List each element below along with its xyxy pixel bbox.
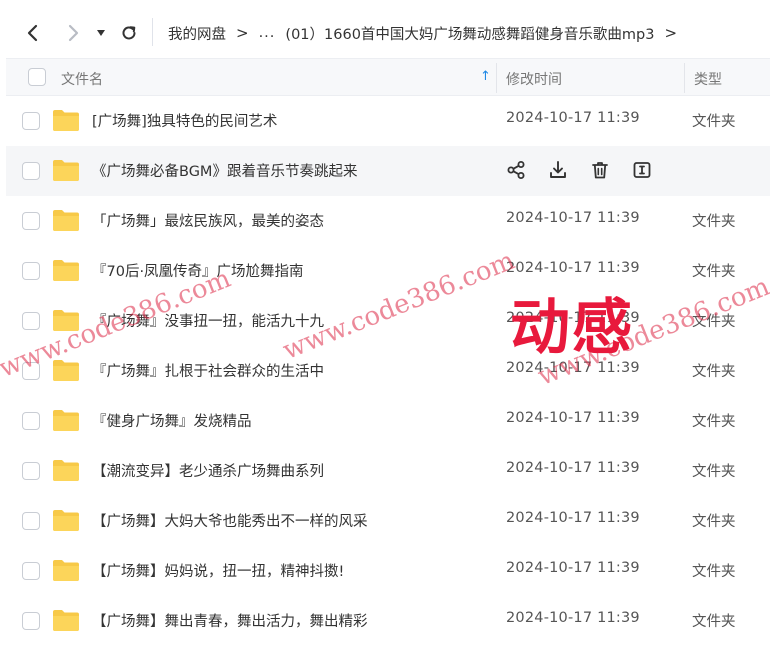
row-checkbox[interactable] (22, 412, 40, 430)
row-checkbox[interactable] (22, 262, 40, 280)
row-checkbox[interactable] (22, 462, 40, 480)
file-name[interactable]: 「广场舞」最炫民族风，最美的姿态 (92, 210, 324, 231)
file-type: 文件夹 (692, 414, 736, 430)
modified-time: 2024-10-17 11:39 (506, 560, 640, 576)
folder-icon (53, 360, 79, 381)
share-button[interactable] (506, 159, 526, 181)
folder-icon (53, 110, 79, 131)
table-row[interactable]: 【广场舞】妈妈说，扭一扭，精神抖擞! 2024-10-17 11:39 文件夹 (6, 546, 770, 596)
breadcrumb-root[interactable]: 我的网盘 (168, 23, 226, 44)
history-dropdown-button[interactable] (88, 18, 114, 48)
column-header-name[interactable]: 文件名 (61, 69, 103, 89)
row-checkbox[interactable] (22, 312, 40, 330)
file-name[interactable]: 『健身广场舞』发烧精品 (92, 410, 252, 431)
folder-icon (53, 610, 79, 631)
file-name[interactable]: 『广场舞』扎根于社会群众的生活中 (92, 360, 324, 381)
file-type: 文件夹 (692, 264, 736, 280)
file-type: 文件夹 (692, 364, 736, 380)
table-row[interactable]: 【广场舞】大妈大爷也能秀出不一样的风采 2024-10-17 11:39 文件夹 (6, 496, 770, 546)
file-name[interactable]: 『70后·凤凰传奇』广场尬舞指南 (92, 260, 304, 281)
row-checkbox[interactable] (22, 362, 40, 380)
file-type: 文件夹 (692, 514, 736, 530)
share-icon (507, 161, 525, 179)
overlay-title: 动感 (510, 293, 634, 363)
file-type: 文件夹 (692, 214, 736, 230)
table-row[interactable]: 【潮流变异】老少通杀广场舞曲系列 2024-10-17 11:39 文件夹 (6, 446, 770, 496)
breadcrumb: 我的网盘 > ... (01）1660首中国大妈广场舞动感舞蹈健身音乐歌曲mp3… (168, 22, 687, 44)
file-type: 文件夹 (692, 614, 736, 630)
row-actions (506, 159, 652, 181)
modified-time: 2024-10-17 11:39 (506, 260, 640, 276)
forward-arrow-icon (68, 24, 79, 42)
row-checkbox[interactable] (22, 112, 40, 130)
file-name[interactable]: 【潮流变异】老少通杀广场舞曲系列 (92, 460, 324, 481)
file-type: 文件夹 (692, 114, 736, 130)
file-name[interactable]: 《广场舞必备BGM》跟着音乐节奏跳起来 (92, 160, 357, 181)
breadcrumb-separator-icon: > (236, 24, 249, 42)
row-checkbox[interactable] (22, 612, 40, 630)
folder-icon (53, 410, 79, 431)
table-row[interactable]: 《广场舞必备BGM》跟着音乐节奏跳起来 (6, 146, 770, 196)
sort-ascending-icon[interactable]: ↑ (480, 69, 491, 84)
back-arrow-icon (27, 24, 38, 42)
file-name[interactable]: 【广场舞】舞出青春，舞出活力，舞出精彩 (92, 610, 368, 631)
row-checkbox[interactable] (22, 562, 40, 580)
refresh-icon (122, 26, 136, 40)
table-row[interactable]: 「广场舞」最炫民族风，最美的姿态 2024-10-17 11:39 文件夹 (6, 196, 770, 246)
folder-icon (53, 210, 79, 231)
file-name[interactable]: [广场舞]独具特色的民间艺术 (92, 110, 277, 131)
top-navbar: 我的网盘 > ... (01）1660首中国大妈广场舞动感舞蹈健身音乐歌曲mp3… (0, 0, 770, 58)
folder-icon (53, 460, 79, 481)
navbar-divider (152, 18, 153, 46)
column-header-type[interactable]: 类型 (694, 69, 722, 89)
folder-icon (53, 510, 79, 531)
table-row[interactable]: 『广场舞』扎根于社会群众的生活中 2024-10-17 11:39 文件夹 (6, 346, 770, 396)
modified-time: 2024-10-17 11:39 (506, 510, 640, 526)
table-row[interactable]: 『70后·凤凰传奇』广场尬舞指南 2024-10-17 11:39 文件夹 (6, 246, 770, 296)
delete-button[interactable] (590, 159, 610, 181)
modified-time: 2024-10-17 11:39 (506, 610, 640, 626)
table-row[interactable]: [广场舞]独具特色的民间艺术 2024-10-17 11:39 文件夹 (6, 96, 770, 146)
download-icon (550, 161, 566, 178)
select-all-checkbox[interactable] (28, 68, 46, 86)
column-header-modified[interactable]: 修改时间 (506, 69, 562, 89)
back-button[interactable] (18, 18, 48, 48)
file-type: 文件夹 (692, 564, 736, 580)
file-name[interactable]: 『广场舞』没事扭一扭，能活九十九 (92, 310, 324, 331)
table-row[interactable]: 【广场舞】舞出青春，舞出活力，舞出精彩 2024-10-17 11:39 文件夹 (6, 596, 770, 646)
row-checkbox[interactable] (22, 512, 40, 530)
folder-icon (53, 560, 79, 581)
file-list-header: 文件名 ↑ 修改时间 类型 (6, 58, 770, 96)
folder-icon (53, 160, 79, 181)
refresh-button[interactable] (114, 18, 144, 48)
column-divider[interactable] (684, 63, 685, 93)
modified-time: 2024-10-17 11:39 (506, 460, 640, 476)
rename-button[interactable] (632, 159, 652, 181)
breadcrumb-ellipsis[interactable]: ... (259, 25, 276, 41)
file-list: [广场舞]独具特色的民间艺术 2024-10-17 11:39 文件夹 《广场舞… (6, 96, 770, 646)
rename-icon (633, 162, 651, 178)
folder-icon (53, 260, 79, 281)
table-row[interactable]: 『广场舞』没事扭一扭，能活九十九 2024-10-17 11:39 文件夹 (6, 296, 770, 346)
download-button[interactable] (548, 159, 568, 181)
delete-icon (592, 162, 608, 179)
file-type: 文件夹 (692, 314, 736, 330)
file-name[interactable]: 【广场舞】大妈大爷也能秀出不一样的风采 (92, 510, 368, 531)
forward-button[interactable] (58, 18, 88, 48)
modified-time: 2024-10-17 11:39 (506, 210, 640, 226)
breadcrumb-current[interactable]: (01）1660首中国大妈广场舞动感舞蹈健身音乐歌曲mp3 (285, 23, 654, 44)
breadcrumb-expand-icon[interactable]: > (664, 24, 677, 42)
table-row[interactable]: 『健身广场舞』发烧精品 2024-10-17 11:39 文件夹 (6, 396, 770, 446)
row-checkbox[interactable] (22, 212, 40, 230)
file-type: 文件夹 (692, 464, 736, 480)
column-divider[interactable] (496, 63, 497, 93)
file-name[interactable]: 【广场舞】妈妈说，扭一扭，精神抖擞! (92, 560, 344, 581)
folder-icon (53, 310, 79, 331)
row-checkbox[interactable] (22, 162, 40, 180)
caret-down-icon (97, 30, 105, 36)
modified-time: 2024-10-17 11:39 (506, 410, 640, 426)
modified-time: 2024-10-17 11:39 (506, 110, 640, 126)
